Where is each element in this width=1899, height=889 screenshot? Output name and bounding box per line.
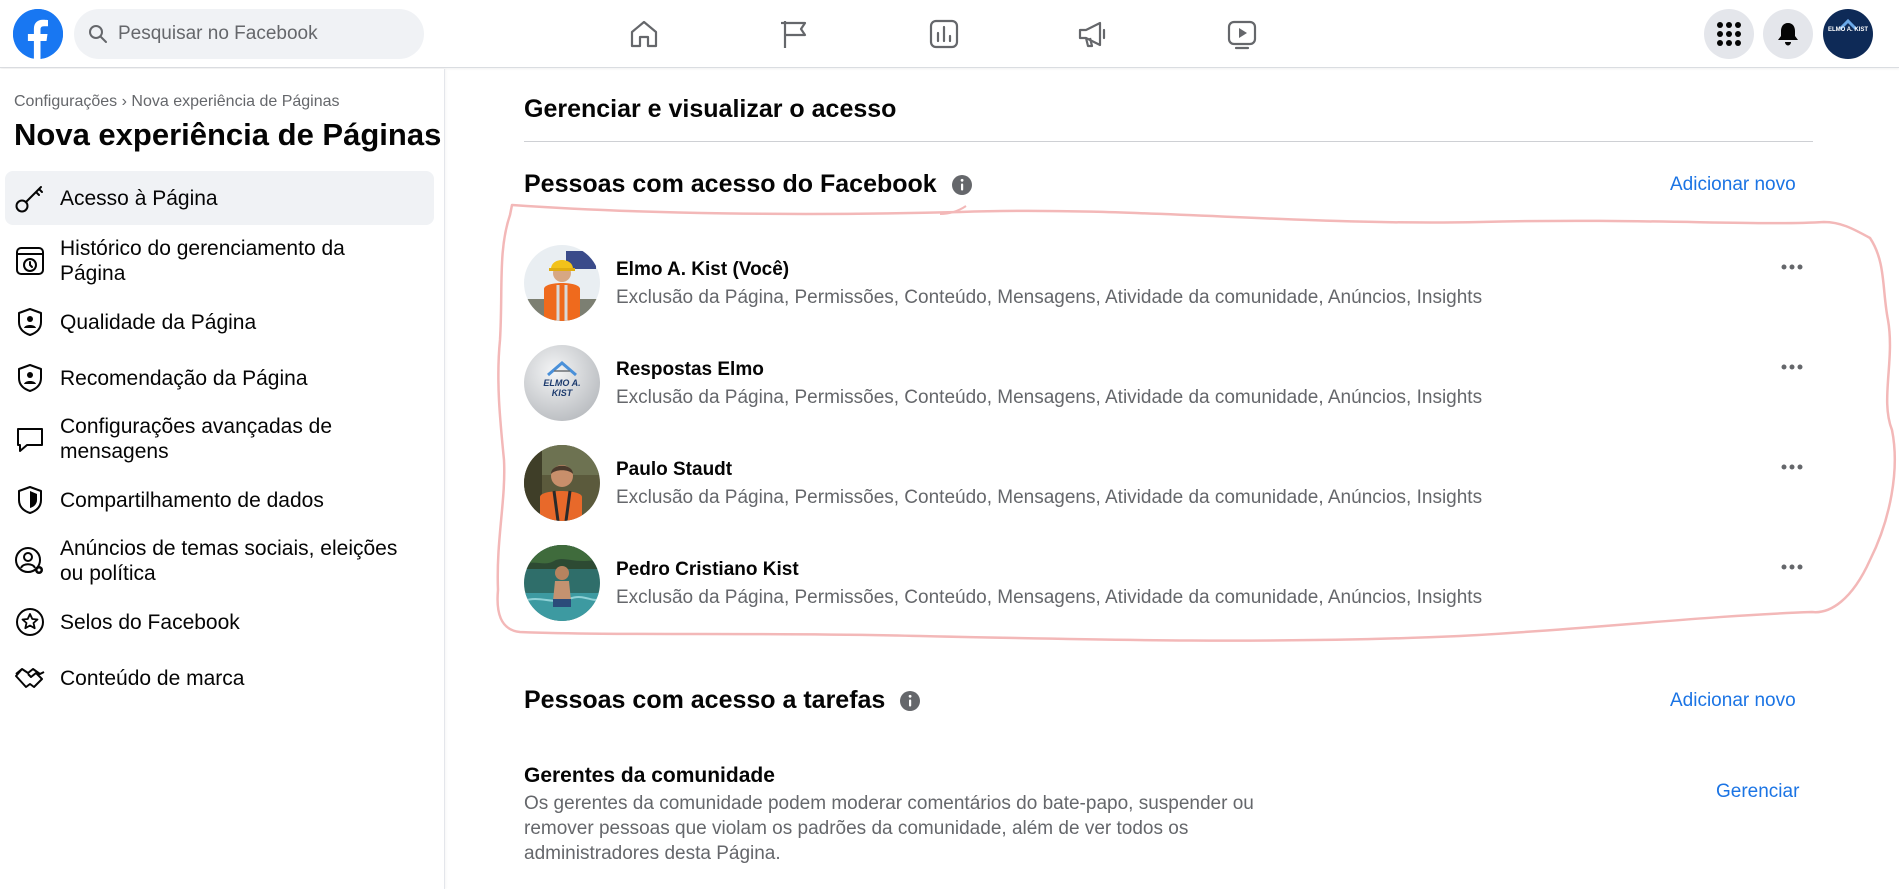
- sidebar-item-label: Histórico do gerenciamento da Página: [60, 237, 345, 285]
- community-managers-title: Gerentes da comunidade: [524, 764, 775, 787]
- grid-menu-icon: [1717, 22, 1741, 46]
- watch-video-icon[interactable]: [1220, 12, 1264, 56]
- sidebar-item-data-sharing[interactable]: Compartilhamento de dados: [5, 475, 434, 525]
- shield-person-icon: [14, 362, 46, 394]
- manage-access-heading: Gerenciar e visualizar o acesso: [524, 95, 897, 123]
- avatar: [524, 245, 600, 321]
- person-gear-icon: [14, 545, 46, 577]
- avatar: ELMO A. KIST: [524, 345, 600, 421]
- avatar: [524, 545, 600, 621]
- home-icon[interactable]: [622, 12, 666, 56]
- person-permissions: Exclusão da Página, Permissões, Conteúdo…: [616, 487, 1483, 508]
- history-icon: [14, 245, 46, 277]
- sidebar-item-label: Selos do Facebook: [60, 610, 240, 634]
- sidebar-item-branded-content[interactable]: Conteúdo de marca: [5, 653, 434, 703]
- person-name: Pedro Cristiano Kist: [616, 559, 799, 580]
- sidebar-item-advanced-messaging[interactable]: Configurações avançadas de mensagens: [5, 409, 434, 469]
- sidebar-item-management-history[interactable]: Histórico do gerenciamento da Página: [5, 231, 434, 291]
- task-access-title-text: Pessoas com acesso a tarefas: [524, 686, 886, 714]
- more-options-icon: [1781, 464, 1803, 470]
- more-options-button[interactable]: [1774, 249, 1810, 285]
- sidebar-item-label: Recomendação da Página: [60, 366, 308, 390]
- info-icon[interactable]: [899, 690, 921, 712]
- more-options-icon: [1781, 264, 1803, 270]
- insights-chart-icon[interactable]: [922, 12, 966, 56]
- add-new-task-access-link[interactable]: Adicionar novo: [1670, 690, 1796, 712]
- search-box[interactable]: [74, 9, 424, 59]
- person-row[interactable]: Elmo A. Kist (Você) Exclusão da Página, …: [524, 245, 1814, 325]
- person-permissions: Exclusão da Página, Permissões, Conteúdo…: [616, 587, 1483, 608]
- avatar: [524, 445, 600, 521]
- person-name: Elmo A. Kist (Você): [616, 259, 790, 280]
- handshake-icon: [14, 662, 46, 694]
- person-permissions: Exclusão da Página, Permissões, Conteúdo…: [616, 287, 1483, 308]
- sidebar-item-label: Anúncios de temas sociais, eleições ou p…: [60, 537, 398, 585]
- person-row[interactable]: Pedro Cristiano Kist Exclusão da Página,…: [524, 545, 1814, 625]
- notifications-button[interactable]: [1763, 9, 1813, 59]
- pages-flag-icon[interactable]: [773, 12, 817, 56]
- person-name: Paulo Staudt: [616, 459, 733, 480]
- breadcrumb[interactable]: Configurações › Nova experiência de Pági…: [14, 93, 340, 111]
- person-permissions: Exclusão da Página, Permissões, Conteúdo…: [616, 387, 1483, 408]
- sidebar-item-page-recommendation[interactable]: Recomendação da Página: [5, 353, 434, 403]
- more-options-button[interactable]: [1774, 549, 1810, 585]
- sidebar-item-social-issue-ads[interactable]: Anúncios de temas sociais, eleições ou p…: [5, 531, 434, 591]
- more-options-icon: [1781, 564, 1803, 570]
- sidebar-item-page-access[interactable]: Acesso à Página: [5, 171, 434, 225]
- task-access-section-title: Pessoas com acesso a tarefas: [524, 686, 921, 715]
- star-badge-icon: [14, 606, 46, 638]
- community-managers-description: Os gerentes da comunidade podem moderar …: [524, 793, 1254, 864]
- sidebar-item-page-quality[interactable]: Qualidade da Página: [5, 297, 434, 347]
- respostas-elmo-logo-text: ELMO A. KIST: [543, 378, 581, 398]
- sidebar-item-label: Qualidade da Página: [60, 310, 257, 334]
- person-row[interactable]: Paulo Staudt Exclusão da Página, Permiss…: [524, 445, 1814, 525]
- add-new-facebook-access-link[interactable]: Adicionar novo: [1670, 174, 1796, 196]
- sidebar-item-label: Conteúdo de marca: [60, 666, 245, 690]
- facebook-access-title-text: Pessoas com acesso do Facebook: [524, 170, 937, 198]
- main-content: Gerenciar e visualizar o acesso Pessoas …: [446, 69, 1899, 889]
- settings-sidebar: Configurações › Nova experiência de Pági…: [0, 69, 445, 889]
- manage-community-managers-link[interactable]: Gerenciar: [1716, 781, 1799, 803]
- person-name: Respostas Elmo: [616, 359, 764, 380]
- profile-avatar-text: ELMO A. KIST: [1827, 27, 1869, 33]
- menu-grid-button[interactable]: [1704, 9, 1754, 59]
- info-icon[interactable]: [951, 174, 973, 196]
- more-options-button[interactable]: [1774, 349, 1810, 385]
- sidebar-item-facebook-badges[interactable]: Selos do Facebook: [5, 597, 434, 647]
- bell-icon: [1778, 23, 1798, 46]
- top-navigation-bar: ELMO A. KIST: [0, 0, 1899, 68]
- search-input[interactable]: [118, 9, 408, 59]
- more-options-icon: [1781, 364, 1803, 370]
- more-options-button[interactable]: [1774, 449, 1810, 485]
- profile-avatar[interactable]: ELMO A. KIST: [1823, 9, 1873, 59]
- chat-bubble-icon: [14, 423, 46, 455]
- search-icon: [89, 25, 107, 43]
- person-row[interactable]: ELMO A. KIST Respostas Elmo Exclusão da …: [524, 345, 1814, 425]
- ads-megaphone-icon[interactable]: [1071, 12, 1115, 56]
- divider: [524, 141, 1813, 142]
- sidebar-item-label: Acesso à Página: [60, 186, 218, 210]
- shield-person-icon: [14, 306, 46, 338]
- facebook-access-section-title: Pessoas com acesso do Facebook: [524, 170, 973, 199]
- page-title: Nova experiência de Páginas: [14, 117, 442, 152]
- shield-icon: [14, 484, 46, 516]
- facebook-logo-icon[interactable]: [13, 9, 63, 59]
- sidebar-item-label: Configurações avançadas de mensagens: [60, 415, 333, 463]
- key-icon: [14, 182, 46, 214]
- sidebar-item-label: Compartilhamento de dados: [60, 488, 324, 512]
